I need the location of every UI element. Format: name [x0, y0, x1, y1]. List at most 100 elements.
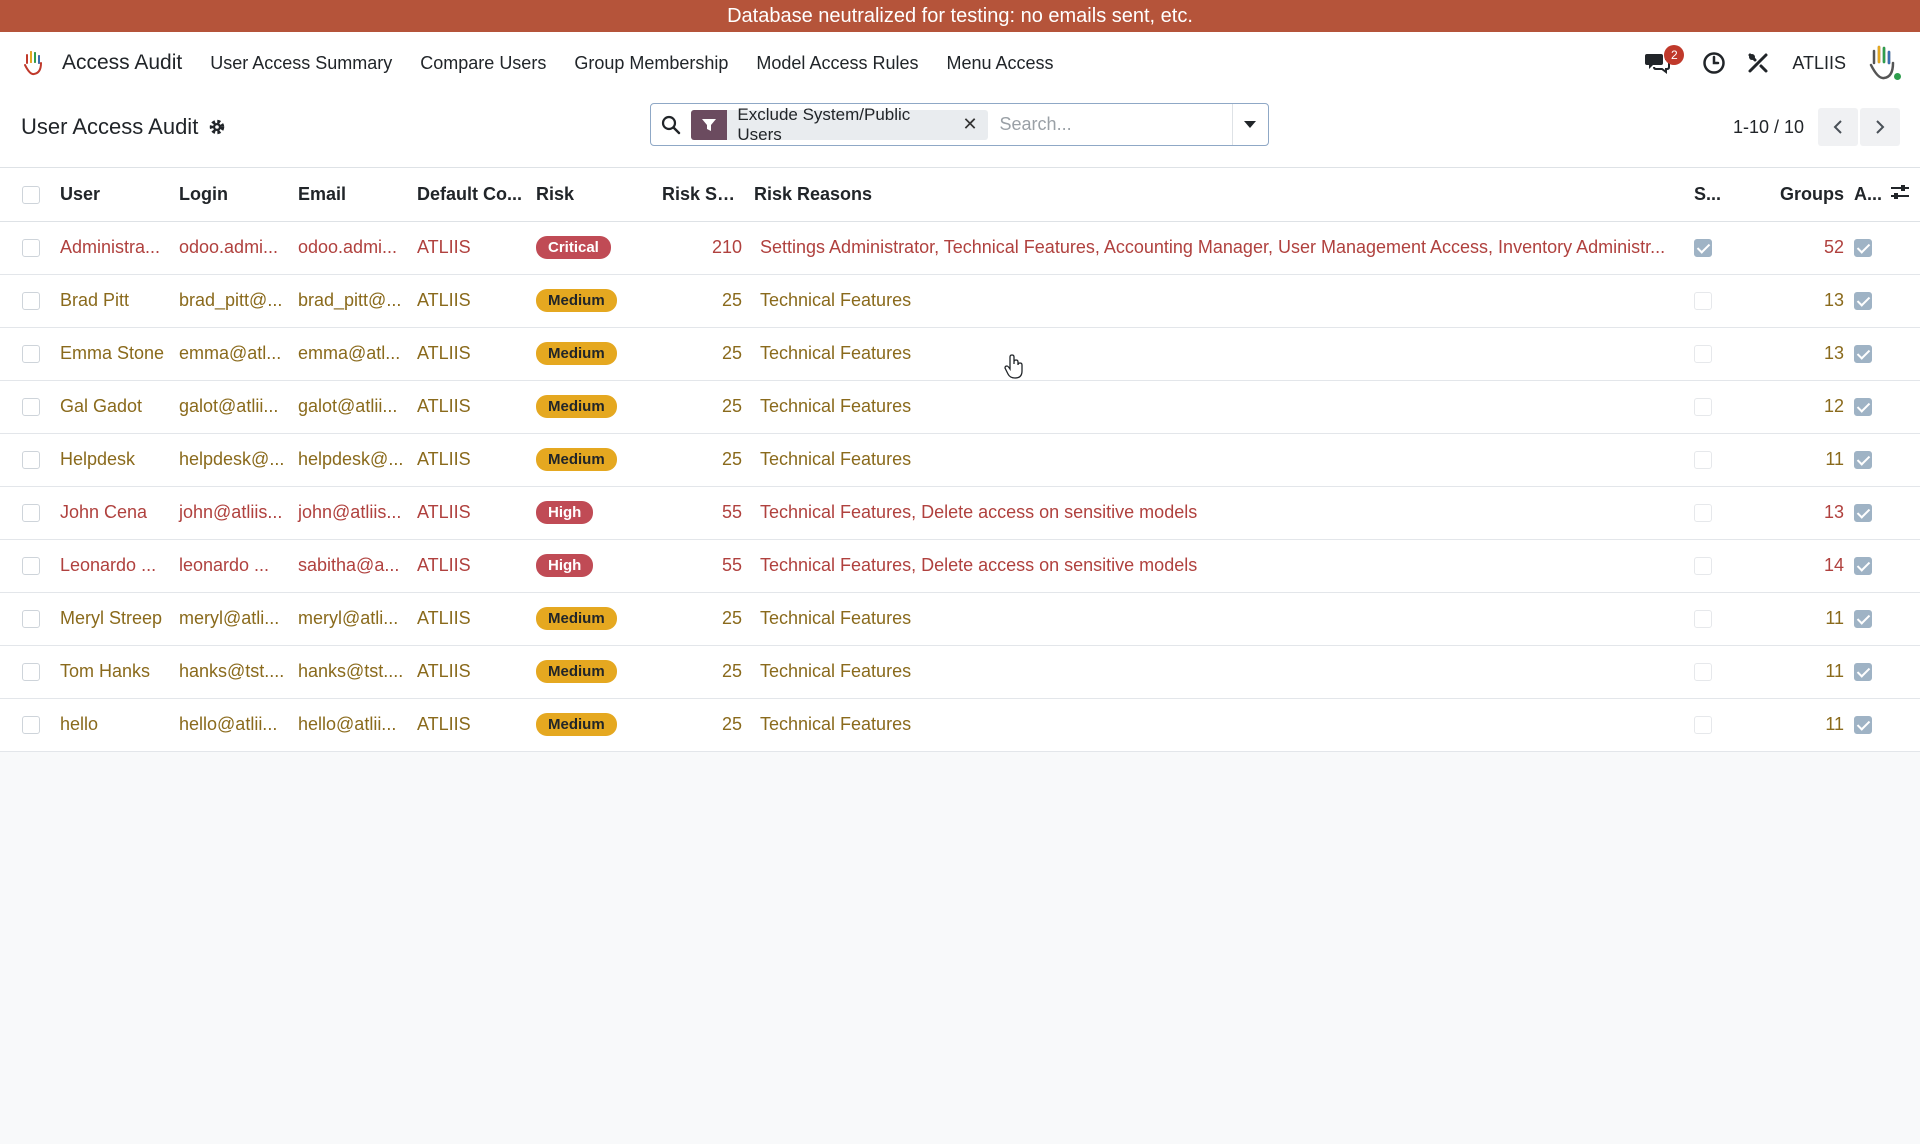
cell-risk[interactable]: High [530, 539, 656, 592]
cell-company[interactable]: ATLIIS [411, 698, 530, 751]
cell-s[interactable] [1678, 380, 1750, 433]
search-options-chevron-down-icon[interactable] [1231, 104, 1268, 145]
cell-company[interactable]: ATLIIS [411, 645, 530, 698]
pager-next-chevron-right-icon[interactable] [1860, 108, 1900, 146]
cell-company[interactable]: ATLIIS [411, 592, 530, 645]
cell-company[interactable]: ATLIIS [411, 539, 530, 592]
cell-s[interactable] [1678, 645, 1750, 698]
cell-risk-reasons[interactable]: Technical Features [748, 274, 1678, 327]
cell-s[interactable] [1678, 327, 1750, 380]
activity-clock-icon[interactable] [1700, 49, 1728, 77]
cell-email[interactable]: helpdesk@... [292, 433, 411, 486]
cell-s[interactable] [1678, 221, 1750, 274]
cell-risk-reasons[interactable]: Technical Features [748, 592, 1678, 645]
cell-risk[interactable]: Medium [530, 274, 656, 327]
column-user[interactable]: User [54, 168, 173, 221]
cell-email[interactable]: john@atliis... [292, 486, 411, 539]
cell-user[interactable]: Tom Hanks [54, 645, 173, 698]
column-risk-score[interactable]: Risk Score [656, 168, 748, 221]
gear-icon[interactable] [208, 118, 226, 136]
cell-login[interactable]: brad_pitt@... [173, 274, 292, 327]
app-hand-icon[interactable] [20, 47, 46, 79]
cell-login[interactable]: helpdesk@... [173, 433, 292, 486]
table-row[interactable]: Brad Pitt brad_pitt@... brad_pitt@... ATLII… [0, 274, 1920, 327]
cell-risk-score[interactable]: 25 [656, 645, 748, 698]
cell-groups[interactable]: 52 [1750, 221, 1850, 274]
table-row[interactable]: Meryl Streep meryl@atli... meryl@atli... AT… [0, 592, 1920, 645]
cell-groups[interactable]: 12 [1750, 380, 1850, 433]
cell-email[interactable]: emma@atl... [292, 327, 411, 380]
cell-email[interactable]: hanks@tst.... [292, 645, 411, 698]
cell-a[interactable] [1850, 221, 1890, 274]
cell-company[interactable]: ATLIIS [411, 380, 530, 433]
pager-value[interactable]: 1-10 / 10 [1733, 117, 1804, 138]
cell-a[interactable] [1850, 592, 1890, 645]
menu-menu-access[interactable]: Menu Access [946, 53, 1053, 74]
menu-model-access-rules[interactable]: Model Access Rules [756, 53, 918, 74]
cell-email[interactable]: galot@atlii... [292, 380, 411, 433]
cell-risk-score[interactable]: 210 [656, 221, 748, 274]
column-default-company[interactable]: Default Co... [411, 168, 530, 221]
cell-login[interactable]: leonardo ... [173, 539, 292, 592]
cell-email[interactable]: hello@atlii... [292, 698, 411, 751]
cell-groups[interactable]: 11 [1750, 698, 1850, 751]
cell-a[interactable] [1850, 380, 1890, 433]
table-row[interactable]: Emma Stone emma@atl... emma@atl... ATLIIS Me… [0, 327, 1920, 380]
debug-tools-icon[interactable] [1744, 49, 1772, 77]
table-row[interactable]: Leonardo ... leonardo ... sabitha@a... ATLI… [0, 539, 1920, 592]
cell-risk-reasons[interactable]: Technical Features, Delete access on sen… [748, 486, 1678, 539]
cell-risk-reasons[interactable]: Technical Features [748, 433, 1678, 486]
row-select-checkbox[interactable] [22, 504, 40, 523]
row-select-checkbox[interactable] [22, 451, 40, 470]
column-a[interactable]: A... [1850, 168, 1890, 221]
app-name[interactable]: Access Audit [62, 51, 182, 75]
cell-groups[interactable]: 13 [1750, 274, 1850, 327]
cell-a[interactable] [1850, 698, 1890, 751]
cell-email[interactable]: odoo.admi... [292, 221, 411, 274]
cell-risk[interactable]: High [530, 486, 656, 539]
row-select-checkbox[interactable] [22, 292, 40, 311]
search-icon[interactable] [651, 115, 691, 135]
cell-groups[interactable]: 11 [1750, 592, 1850, 645]
pager-previous-chevron-left-icon[interactable] [1818, 108, 1858, 146]
cell-email[interactable]: sabitha@a... [292, 539, 411, 592]
table-row[interactable]: hello hello@atlii... hello@atlii... ATLIIS M… [0, 698, 1920, 751]
cell-user[interactable]: Leonardo ... [54, 539, 173, 592]
messaging-button[interactable]: 2 [1642, 45, 1685, 78]
cell-risk-reasons[interactable]: Technical Features [748, 698, 1678, 751]
cell-risk-score[interactable]: 25 [656, 592, 748, 645]
cell-risk-score[interactable]: 55 [656, 486, 748, 539]
cell-email[interactable]: brad_pitt@... [292, 274, 411, 327]
cell-risk-reasons[interactable]: Technical Features [748, 327, 1678, 380]
company-switcher[interactable]: ATLIIS [1792, 53, 1846, 74]
select-all-checkbox[interactable] [22, 186, 40, 204]
cell-groups[interactable]: 11 [1750, 645, 1850, 698]
cell-login[interactable]: john@atliis... [173, 486, 292, 539]
cell-risk-score[interactable]: 25 [656, 698, 748, 751]
optional-columns-toggle-icon[interactable] [1890, 168, 1920, 221]
cell-risk[interactable]: Medium [530, 592, 656, 645]
cell-login[interactable]: hello@atlii... [173, 698, 292, 751]
cell-user[interactable]: Emma Stone [54, 327, 173, 380]
cell-risk-reasons[interactable]: Settings Administrator, Technical Featur… [748, 221, 1678, 274]
table-row[interactable]: Helpdesk helpdesk@... helpdesk@... ATLIIS Me… [0, 433, 1920, 486]
cell-risk-reasons[interactable]: Technical Features [748, 380, 1678, 433]
row-select-checkbox[interactable] [22, 716, 40, 735]
menu-user-access-summary[interactable]: User Access Summary [210, 53, 392, 74]
cell-user[interactable]: Brad Pitt [54, 274, 173, 327]
cell-login[interactable]: meryl@atli... [173, 592, 292, 645]
column-risk-reasons[interactable]: Risk Reasons [748, 168, 1678, 221]
cell-a[interactable] [1850, 486, 1890, 539]
cell-a[interactable] [1850, 433, 1890, 486]
cell-risk-score[interactable]: 25 [656, 380, 748, 433]
row-select-checkbox[interactable] [22, 557, 40, 576]
column-email[interactable]: Email [292, 168, 411, 221]
cell-company[interactable]: ATLIIS [411, 221, 530, 274]
cell-risk-score[interactable]: 25 [656, 327, 748, 380]
cell-company[interactable]: ATLIIS [411, 274, 530, 327]
cell-s[interactable] [1678, 539, 1750, 592]
table-row[interactable]: Tom Hanks hanks@tst.... hanks@tst.... ATLII… [0, 645, 1920, 698]
cell-risk-reasons[interactable]: Technical Features, Delete access on sen… [748, 539, 1678, 592]
cell-risk[interactable]: Medium [530, 645, 656, 698]
cell-login[interactable]: galot@atlii... [173, 380, 292, 433]
